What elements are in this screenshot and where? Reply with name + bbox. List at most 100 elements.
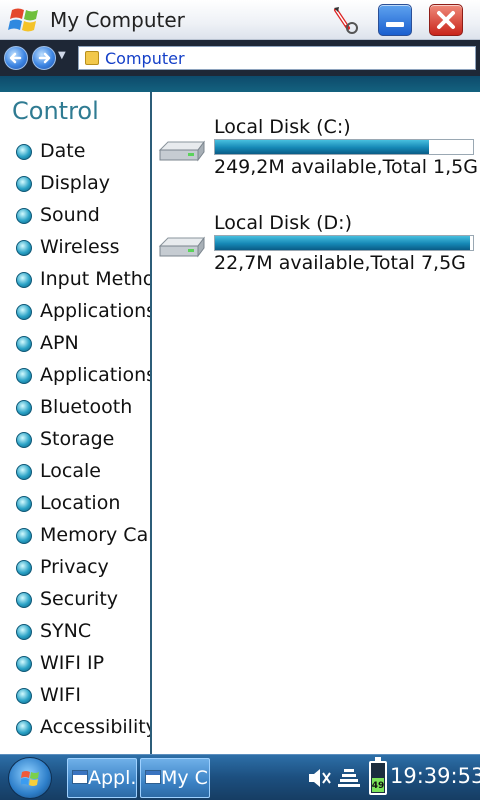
address-bar: ▼ Computer (0, 40, 480, 76)
menu-item-label: WIFI (40, 684, 81, 706)
menu-item-label: Security (40, 588, 119, 610)
menu-item-locale[interactable]: Locale (0, 456, 150, 488)
taskbar: Appl. My C 49 19:39:53 (0, 754, 480, 800)
menu-item-applications-2[interactable]: Applications (0, 360, 150, 392)
menu-item-storage[interactable]: Storage (0, 424, 150, 456)
menu-item-label: Wireless (40, 236, 120, 258)
menu-item-label: Locale (40, 460, 101, 482)
orb-bullet-icon (16, 400, 32, 416)
menu-item-applications[interactable]: Applications (0, 296, 150, 328)
disk-usage-fill (215, 236, 471, 250)
minimize-icon (386, 22, 404, 27)
disk-usage-fill (215, 140, 430, 154)
menu-item-display[interactable]: Display (0, 168, 150, 200)
window-title: My Computer (50, 8, 185, 32)
menu-item-bluetooth[interactable]: Bluetooth (0, 392, 150, 424)
minimize-button[interactable] (378, 4, 412, 36)
windows-logo-icon (8, 8, 38, 32)
menu-item-label: Applications (40, 364, 150, 386)
menu-item-label: Memory Card (40, 524, 150, 546)
start-orb-icon (21, 771, 39, 786)
start-button[interactable] (8, 757, 52, 799)
control-menu: Date Display Sound Wireless Input Metho … (0, 136, 150, 744)
disk-space-info: 22,7M available,Total 7,5G (214, 252, 466, 274)
battery-percent: 49 (371, 781, 385, 791)
control-panel: Control Date Display Sound Wireless Inpu… (0, 92, 152, 754)
menu-item-label: Bluetooth (40, 396, 133, 418)
speaker-mute-icon[interactable] (306, 765, 332, 791)
menu-item-label: Privacy (40, 556, 109, 578)
menu-item-label: Accessibility (40, 716, 150, 738)
menu-item-security[interactable]: Security (0, 584, 150, 616)
menu-item-wireless[interactable]: Wireless (0, 232, 150, 264)
menu-item-privacy[interactable]: Privacy (0, 552, 150, 584)
orb-bullet-icon (16, 368, 32, 384)
address-field[interactable]: Computer (78, 46, 476, 70)
pen-tool-icon (334, 7, 358, 34)
signal-icon[interactable] (336, 765, 362, 791)
orb-bullet-icon (16, 144, 32, 160)
pen-tool-button[interactable] (328, 4, 362, 36)
menu-item-label: Storage (40, 428, 115, 450)
taskbar-app-applications[interactable]: Appl. (67, 758, 137, 798)
battery-icon[interactable]: 49 (369, 757, 387, 795)
orb-bullet-icon (16, 432, 32, 448)
menu-item-sound[interactable]: Sound (0, 200, 150, 232)
taskbar-app-my-computer[interactable]: My C (140, 758, 210, 798)
disk-name: Local Disk (C:) (214, 116, 351, 138)
orb-bullet-icon (16, 592, 32, 608)
menu-item-input-method[interactable]: Input Metho (0, 264, 150, 296)
menu-item-location[interactable]: Location (0, 488, 150, 520)
orb-bullet-icon (16, 240, 32, 256)
panel-title: Control (12, 97, 99, 125)
forward-arrow-icon (38, 52, 51, 64)
disk-space-info: 249,2M available,Total 1,5G (214, 156, 478, 178)
orb-bullet-icon (16, 496, 32, 512)
menu-item-date[interactable]: Date (0, 136, 150, 168)
close-button[interactable] (429, 4, 463, 36)
address-path[interactable]: Computer (105, 49, 185, 68)
menu-item-apn[interactable]: APN (0, 328, 150, 360)
orb-bullet-icon (16, 464, 32, 480)
forward-button[interactable] (32, 46, 56, 70)
close-icon (437, 11, 455, 29)
window-icon (145, 770, 161, 784)
disk-name: Local Disk (D:) (214, 212, 352, 234)
hard-drive-icon (158, 236, 205, 258)
menu-item-label: Applications (40, 300, 150, 322)
orb-bullet-icon (16, 208, 32, 224)
menu-item-wifi[interactable]: WIFI (0, 680, 150, 712)
menu-item-label: Input Metho (40, 268, 150, 290)
my-computer-screen: My Computer ▼ Computer Control Date Disp… (0, 0, 480, 800)
orb-bullet-icon (16, 304, 32, 320)
menu-item-label: Location (40, 492, 121, 514)
menu-item-label: Sound (40, 204, 100, 226)
orb-bullet-icon (16, 272, 32, 288)
disk-d[interactable]: Local Disk (D:) 22,7M available,Total 7,… (154, 196, 480, 276)
orb-bullet-icon (16, 176, 32, 192)
menu-item-label: Date (40, 140, 86, 162)
menu-item-label: SYNC (40, 620, 92, 642)
disk-usage-bar (214, 139, 474, 155)
task-label: My C (161, 767, 208, 789)
menu-item-label: APN (40, 332, 79, 354)
orb-bullet-icon (16, 720, 32, 736)
disk-usage-bar (214, 235, 474, 251)
orb-bullet-icon (16, 528, 32, 544)
disk-c[interactable]: Local Disk (C:) 249,2M available,Total 1… (154, 100, 480, 180)
history-dropdown[interactable]: ▼ (58, 50, 66, 61)
menu-item-label: WIFI IP (40, 652, 105, 674)
menu-item-sync[interactable]: SYNC (0, 616, 150, 648)
orb-bullet-icon (16, 560, 32, 576)
title-bar: My Computer (0, 0, 480, 40)
back-button[interactable] (4, 46, 28, 70)
menu-item-memory-card[interactable]: Memory Card (0, 520, 150, 552)
task-label: Appl. (88, 767, 137, 789)
orb-bullet-icon (16, 688, 32, 704)
menu-item-accessibility[interactable]: Accessibility (0, 712, 150, 744)
menu-item-wifi-ip[interactable]: WIFI IP (0, 648, 150, 680)
clock[interactable]: 19:39:53 (390, 764, 480, 788)
orb-bullet-icon (16, 656, 32, 672)
drives-panel: Local Disk (C:) 249,2M available,Total 1… (154, 92, 480, 754)
orb-bullet-icon (16, 624, 32, 640)
